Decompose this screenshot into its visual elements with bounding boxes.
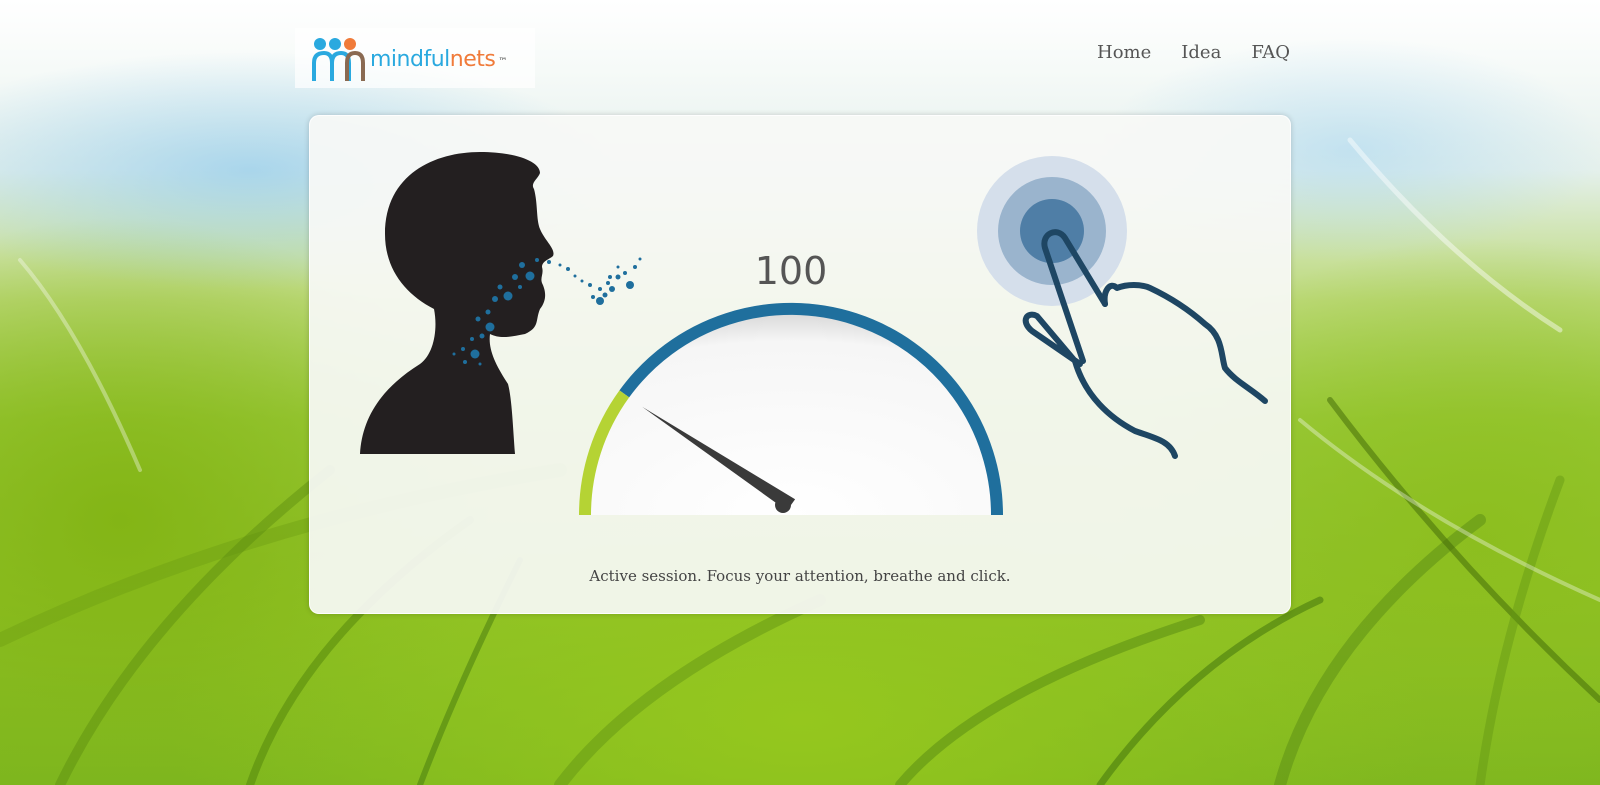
brand-wordmark: mindfulnets ™ [370, 48, 507, 72]
people-logo-icon [312, 38, 365, 81]
nav-home-link[interactable]: Home [1097, 42, 1151, 63]
tap-hand-icon [977, 156, 1268, 459]
nav-idea-link[interactable]: Idea [1181, 42, 1221, 63]
gauge-face [579, 303, 1003, 515]
breath-gauge: 100 [566, 249, 1016, 559]
brand-name-part2: nets [449, 47, 496, 72]
nav-faq-link[interactable]: FAQ [1251, 42, 1290, 63]
main-navigation: Home Idea FAQ [1097, 42, 1290, 63]
session-card: 100 Active session. Focus your attention… [309, 115, 1291, 614]
gauge-dial [578, 303, 1003, 516]
brand-name-part1: mindful [370, 47, 450, 72]
session-status-message: Active session. Focus your attention, br… [589, 567, 1011, 585]
brand-logo[interactable]: mindfulnets ™ [295, 28, 535, 88]
score-value: 100 [754, 249, 828, 293]
gauge-needle-hub [775, 497, 791, 513]
trademark-symbol: ™ [498, 57, 507, 67]
